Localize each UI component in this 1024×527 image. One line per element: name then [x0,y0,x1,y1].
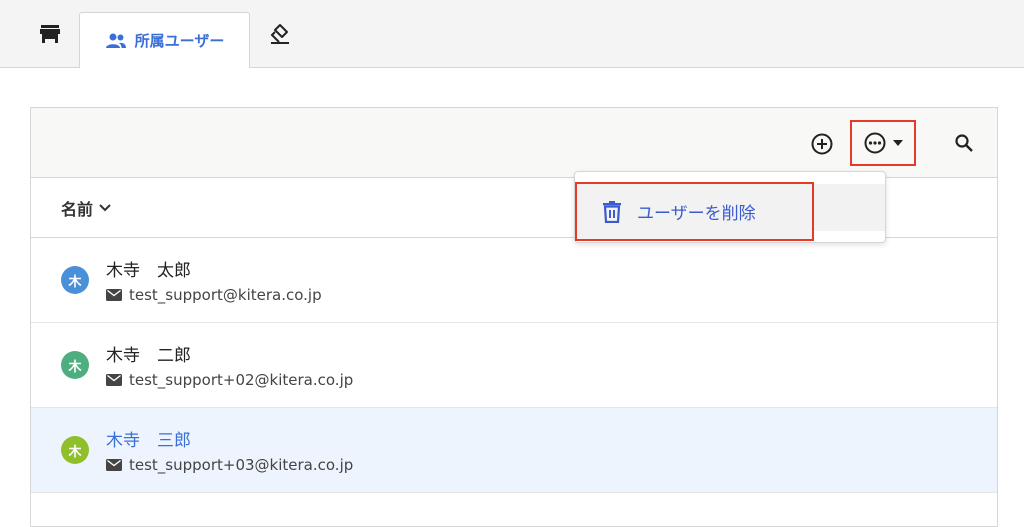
search-button[interactable] [949,128,979,158]
delete-user-menu-item[interactable]: ユーザーを削除 [575,182,814,241]
user-email-text: test_support@kitera.co.jp [129,286,322,304]
mail-icon [106,374,122,386]
add-user-button[interactable] [807,129,837,159]
store-icon [40,24,60,43]
table-row[interactable]: 木 木寺 太郎 test_support@kitera.co.jp [31,238,997,323]
avatar: 木 [61,436,89,464]
user-name: 木寺 太郎 [106,261,191,281]
avatar: 木 [61,351,89,379]
more-actions-menu: ユーザーを削除 [574,171,886,243]
users-icon [105,33,126,48]
user-name: 木寺 二郎 [106,346,191,366]
delete-user-label: ユーザーを削除 [637,204,756,224]
tab-stamp[interactable] [254,0,306,67]
search-icon [955,134,973,152]
table-row[interactable]: 木 木寺 三郎 test_support+03@kitera.co.jp [31,408,997,493]
chevron-down-icon [99,203,111,211]
user-list-panel: 名前 木 木寺 太郎 test_support@kitera.co.jp 木 木… [30,107,998,527]
user-email-text: test_support+03@kitera.co.jp [129,456,354,474]
mail-icon [106,289,122,301]
tab-users-label: 所属ユーザー [134,32,225,50]
user-email: test_support+02@kitera.co.jp [106,371,353,389]
tab-store[interactable] [24,0,76,67]
user-name: 木寺 三郎 [106,431,191,451]
more-actions-button[interactable] [850,120,916,166]
plus-circle-icon [811,133,833,155]
user-email: test_support@kitera.co.jp [106,286,322,304]
more-horizontal-circle-icon [864,132,886,154]
avatar: 木 [61,266,89,294]
column-header-label: 名前 [61,199,94,219]
user-email: test_support+03@kitera.co.jp [106,456,353,474]
table-row[interactable]: 木 木寺 二郎 test_support+02@kitera.co.jp [31,323,997,408]
user-email-text: test_support+02@kitera.co.jp [129,371,354,389]
mail-icon [106,459,122,471]
list-toolbar [31,108,997,178]
sort-by-name-button[interactable]: 名前 [61,196,111,220]
tab-users[interactable]: 所属ユーザー [79,12,250,68]
stamp-icon [270,23,289,44]
tab-bar: 所属ユーザー [0,0,1024,68]
trash-icon [603,200,621,223]
caret-down-icon [893,140,903,146]
